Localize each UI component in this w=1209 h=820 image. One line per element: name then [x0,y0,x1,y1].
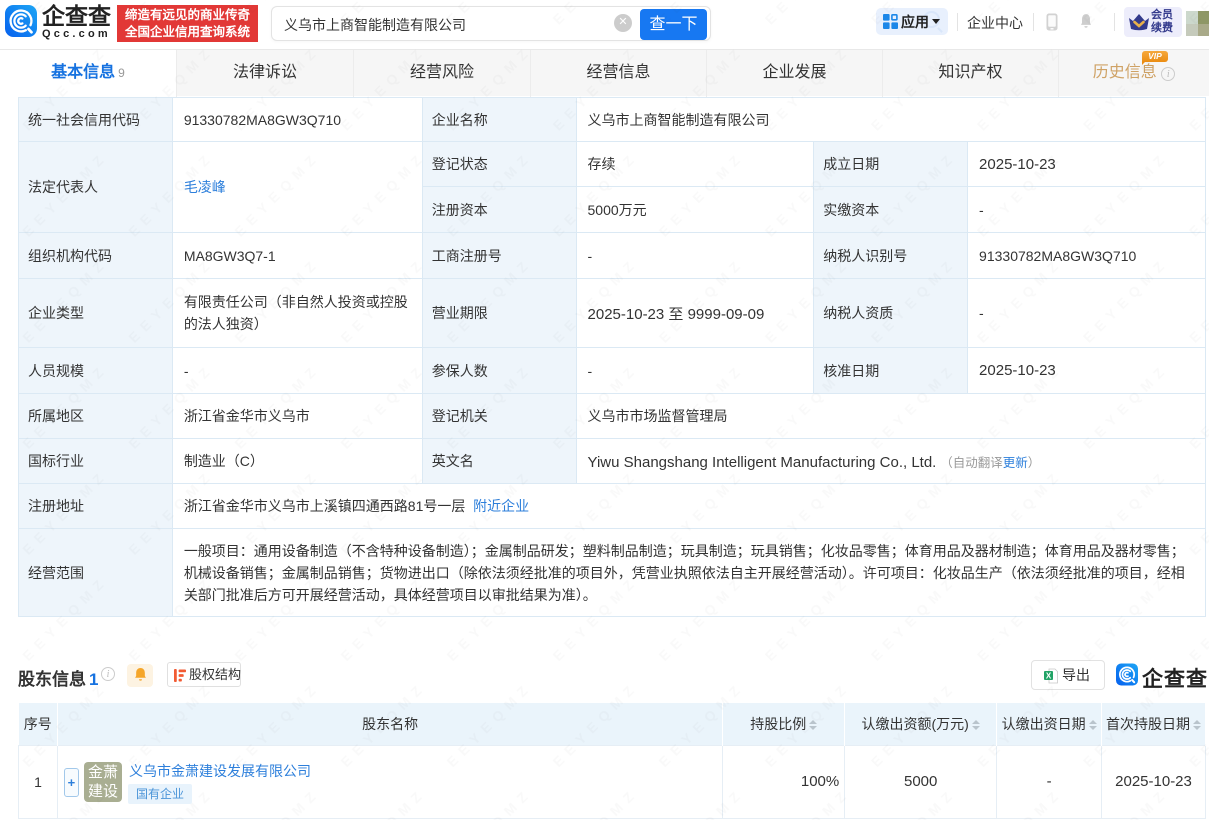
svg-text:X: X [1046,672,1052,681]
